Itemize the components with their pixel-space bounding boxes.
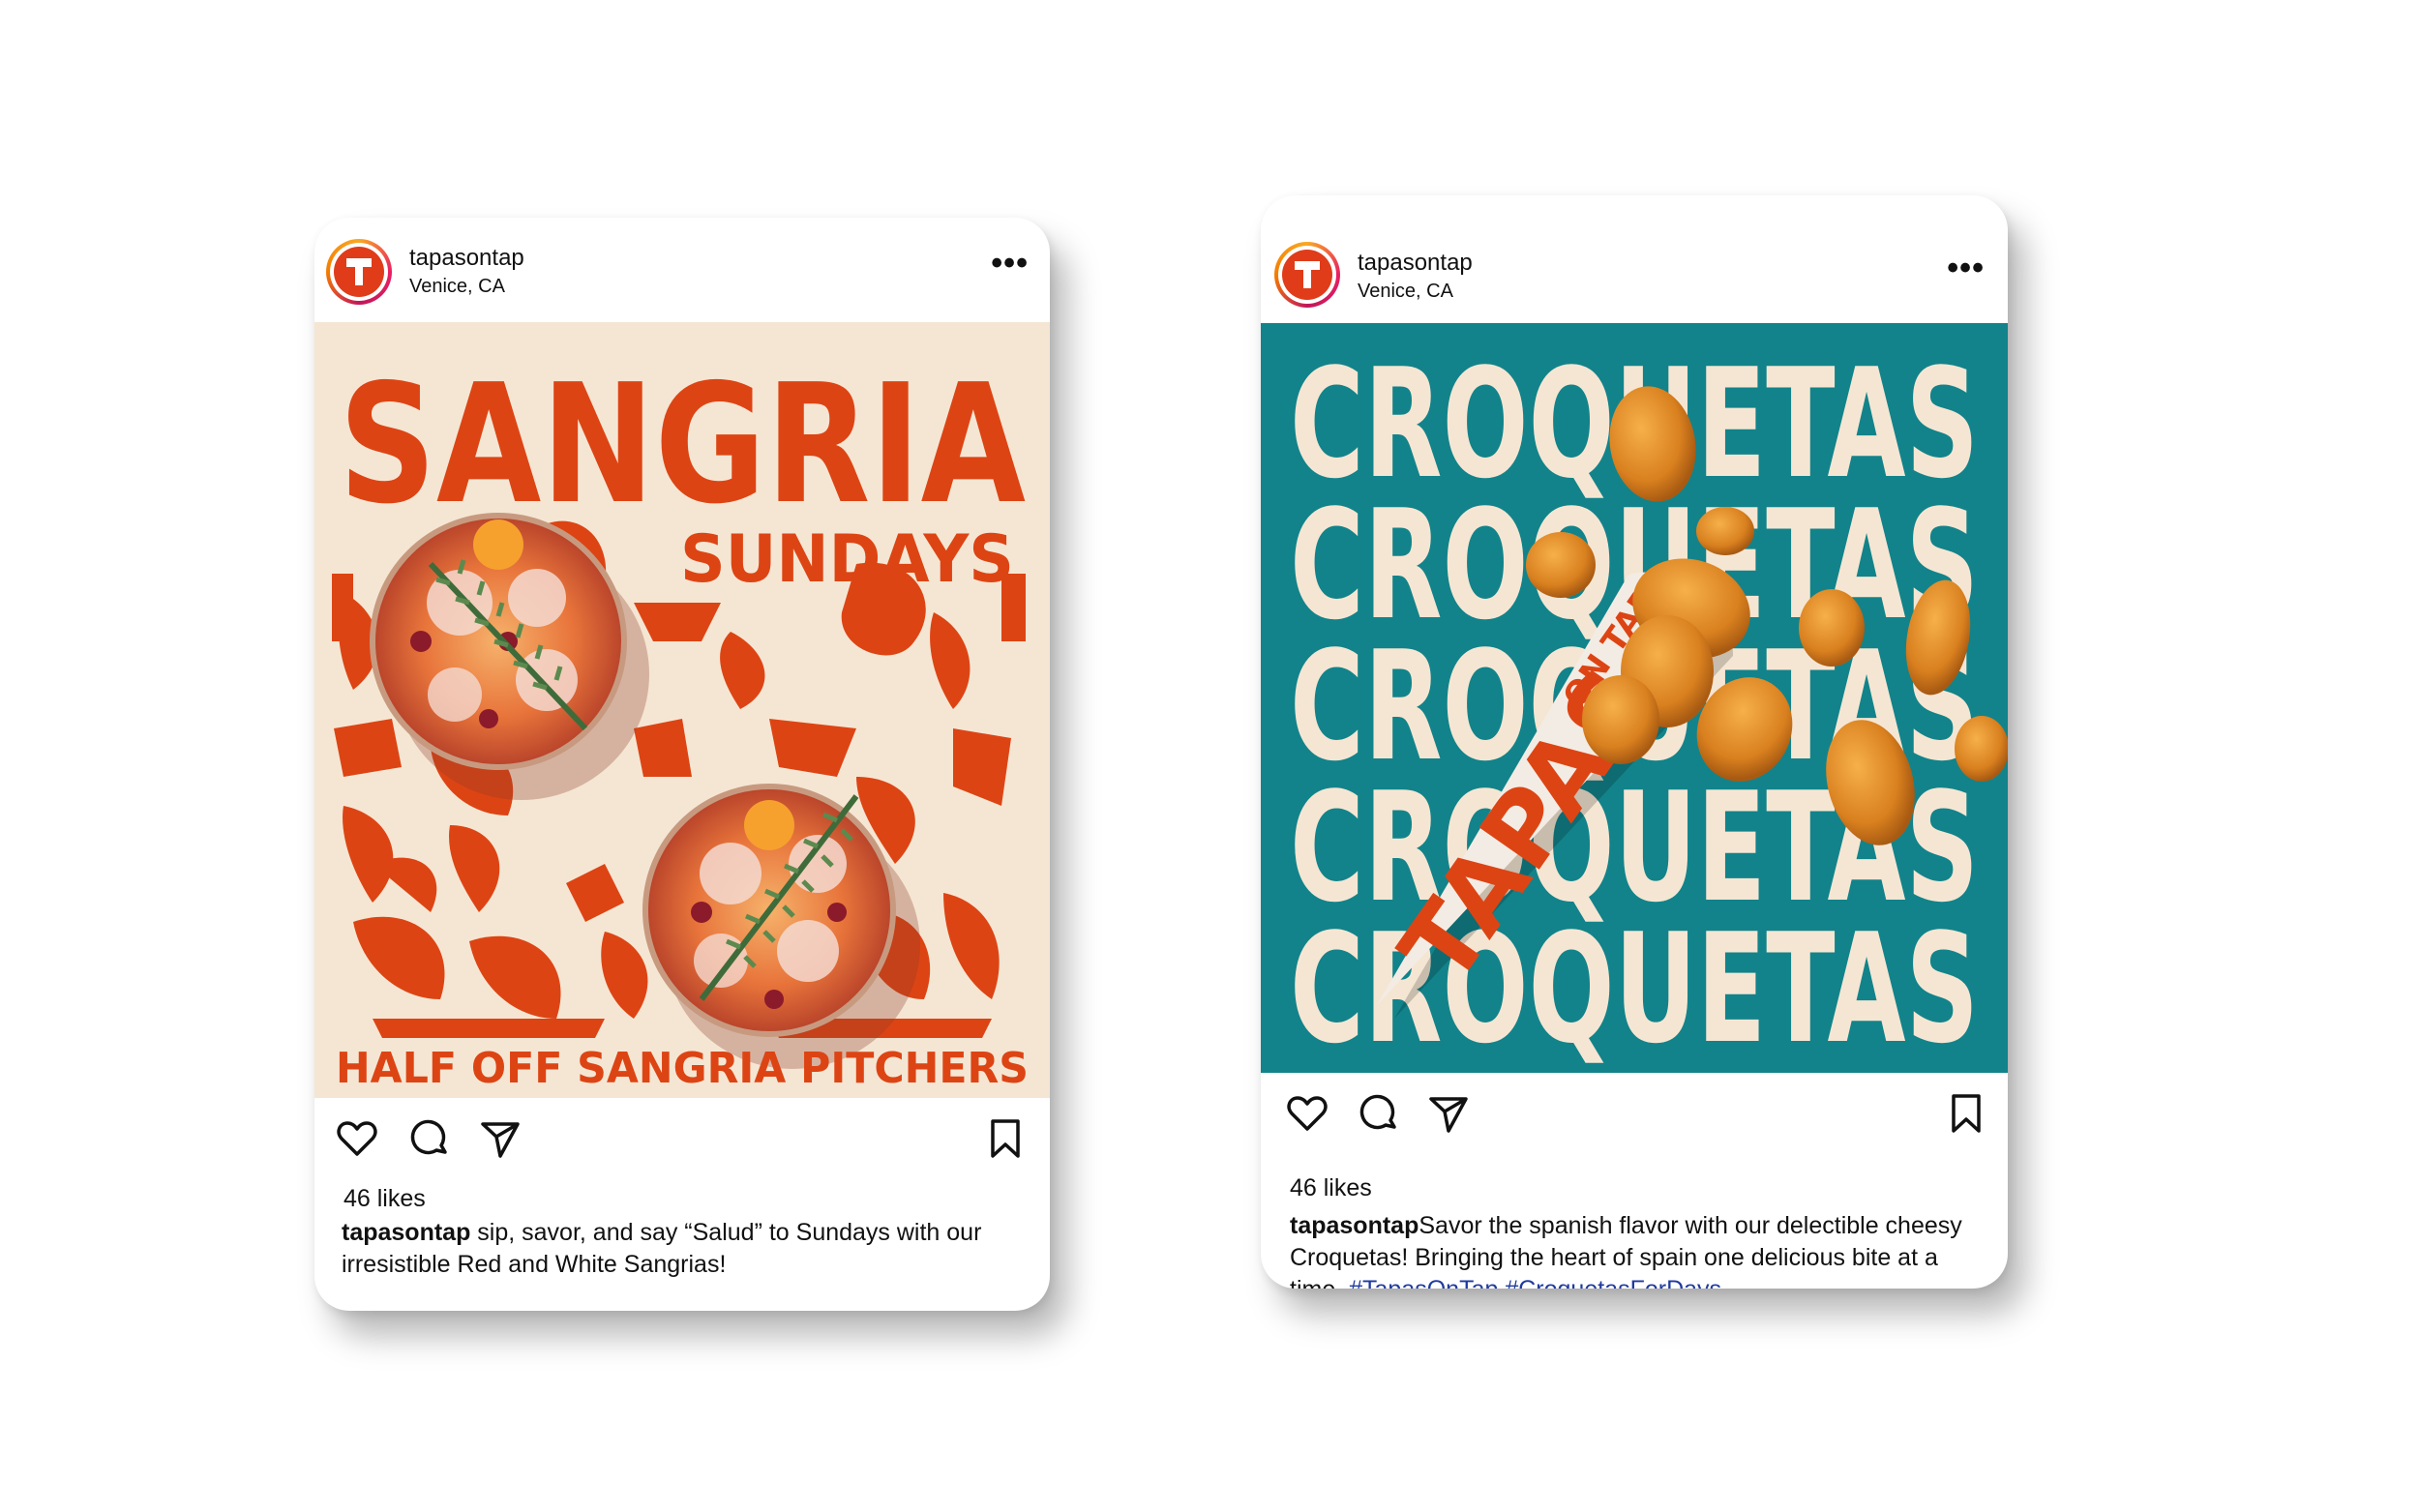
post-image-croquetas[interactable]: CROQUETAS CROQUETAS CROQUETAS CROQUETAS …	[1261, 323, 2008, 1073]
post-header: tapasontap Venice, CA •••	[314, 218, 1050, 322]
username[interactable]: tapasontap	[409, 245, 524, 272]
sangria-subheadline: SUNDAYS	[680, 521, 1014, 598]
post-header: tapasontap Venice, CA •••	[1261, 195, 2008, 308]
tapas-logo-icon	[346, 258, 372, 285]
likes-count[interactable]: 46 likes	[1290, 1174, 1372, 1202]
heart-icon[interactable]	[334, 1115, 380, 1162]
caption-username[interactable]: tapasontap	[342, 1219, 470, 1246]
action-bar	[1261, 1090, 2008, 1148]
tapas-logo-icon	[1295, 261, 1320, 288]
username[interactable]: tapasontap	[1358, 250, 1473, 277]
croquetas-artwork: CROQUETAS CROQUETAS CROQUETAS CROQUETAS …	[1290, 336, 2008, 1073]
comment-icon[interactable]	[1356, 1090, 1402, 1137]
action-bar	[314, 1115, 1050, 1173]
post-card-sangria: tapasontap Venice, CA ••• SANGRIA SUNDAY…	[314, 218, 1050, 1311]
heart-icon[interactable]	[1284, 1090, 1330, 1137]
location[interactable]: Venice, CA	[1358, 281, 1453, 303]
avatar[interactable]	[1274, 242, 1340, 308]
bookmark-icon[interactable]	[1943, 1090, 1989, 1137]
likes-count[interactable]: 46 likes	[343, 1185, 426, 1213]
caption-hashtags[interactable]: #TapasOnTap #CroquetasForDays	[1349, 1276, 1721, 1289]
post-caption: tapasontap sip, savor, and say “Salud” t…	[342, 1217, 1019, 1281]
location[interactable]: Venice, CA	[409, 276, 505, 298]
comment-icon[interactable]	[406, 1115, 453, 1162]
post-image-sangria[interactable]: SANGRIA SUNDAYS HALF OFF SANGRIA PITCHER…	[314, 322, 1050, 1098]
avatar[interactable]	[326, 239, 392, 305]
more-options-icon[interactable]: •••	[1947, 250, 1985, 287]
post-caption: tapasontapSavor the spanish flavor with …	[1290, 1210, 1986, 1289]
sangria-artwork: SANGRIA SUNDAYS HALF OFF SANGRIA PITCHER…	[332, 349, 1029, 1093]
sangria-glass-1	[370, 513, 649, 800]
bookmark-icon[interactable]	[982, 1115, 1029, 1162]
sangria-headline: SANGRIA	[339, 349, 1026, 541]
caption-username[interactable]: tapasontap	[1290, 1212, 1419, 1239]
share-icon[interactable]	[477, 1115, 523, 1162]
more-options-icon[interactable]: •••	[991, 245, 1029, 282]
share-icon[interactable]	[1425, 1090, 1472, 1137]
post-card-croquetas: tapasontap Venice, CA ••• CROQUETAS CROQ…	[1261, 195, 2008, 1289]
sangria-footer: HALF OFF SANGRIA PITCHERS	[336, 1044, 1029, 1093]
